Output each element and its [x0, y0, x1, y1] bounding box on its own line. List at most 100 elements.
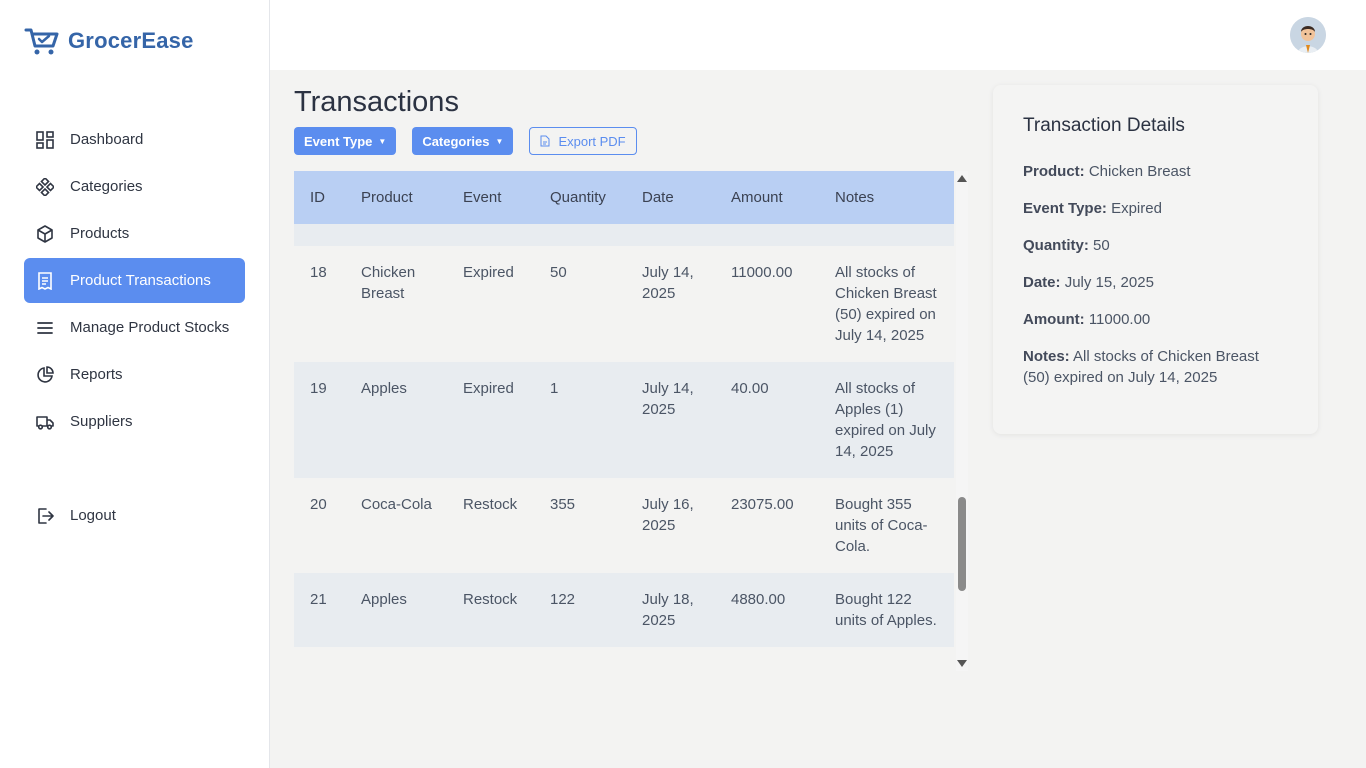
dashboard-icon: [36, 130, 54, 149]
cell-date: July 14, 2025: [626, 362, 715, 478]
transactions-table: ID Product Event Quantity Date Amount No…: [294, 171, 954, 651]
cell-amount: 11000.00: [715, 246, 819, 362]
column-header-id[interactable]: ID: [294, 171, 345, 224]
cell-product: Apples: [345, 362, 447, 478]
scrollbar-thumb[interactable]: [958, 497, 966, 591]
shopping-cart-icon: [24, 28, 59, 55]
event-type-dropdown[interactable]: Event Type ▼: [294, 127, 397, 155]
sidebar-item-label: Products: [70, 225, 130, 242]
cell-id: 18: [294, 246, 345, 362]
user-avatar-icon: [1290, 17, 1326, 53]
cell-amount: 40.00: [715, 362, 819, 478]
sidebar-item-label: Manage Product Stocks: [70, 319, 230, 336]
brand-name: GrocerEase: [68, 28, 194, 53]
details-product: Product: Chicken Breast: [1023, 161, 1288, 182]
table-scrollbar[interactable]: [956, 171, 968, 671]
scroll-down-arrow-icon[interactable]: [957, 660, 967, 667]
sidebar-item-manage-product-stocks[interactable]: Manage Product Stocks: [24, 305, 245, 350]
table-row[interactable]: 19 Apples Expired 1 July 14, 2025 40.00 …: [294, 362, 954, 478]
details-date-value: July 15, 2025: [1064, 274, 1154, 291]
sidebar-item-product-transactions[interactable]: Product Transactions: [24, 258, 245, 303]
column-header-notes[interactable]: Notes: [819, 171, 954, 224]
cell-product: Chicken Breast: [345, 246, 447, 362]
categories-icon: [36, 177, 54, 196]
details-date: Date: July 15, 2025: [1023, 272, 1288, 293]
menu-lines-icon: [36, 319, 54, 337]
table-row[interactable]: 18 Chicken Breast Expired 50 July 14, 20…: [294, 246, 954, 362]
sidebar-item-products[interactable]: Products: [24, 211, 245, 256]
column-header-date[interactable]: Date: [626, 171, 715, 224]
export-pdf-button[interactable]: Export PDF: [529, 127, 637, 155]
caret-down-icon: ▼: [495, 136, 504, 146]
document-icon: [540, 135, 550, 147]
cell-quantity: 122: [534, 573, 626, 647]
logout-button[interactable]: Logout: [24, 493, 245, 538]
sidebar-item-label: Suppliers: [70, 413, 133, 430]
transaction-details-card: Transaction Details Product: Chicken Bre…: [993, 85, 1318, 434]
table-row-partial: [294, 224, 954, 246]
details-event-value: Expired: [1111, 200, 1162, 217]
pie-chart-icon: [36, 365, 54, 384]
table-row[interactable]: 21 Apples Restock 122 July 18, 2025 4880…: [294, 573, 954, 647]
cell-notes: Bought 355 units of Coca-Cola.: [819, 478, 954, 573]
cell-date: July 18, 2025: [626, 573, 715, 647]
cell-amount: 4880.00: [715, 573, 819, 647]
sidebar-item-dashboard[interactable]: Dashboard: [24, 117, 245, 162]
sidebar-item-categories[interactable]: Categories: [24, 164, 245, 209]
page-title: Transactions: [294, 86, 459, 118]
caret-down-icon: ▼: [378, 136, 387, 146]
toolbar: Event Type ▼ Categories ▼ Export PDF: [294, 127, 637, 155]
categories-label: Categories: [422, 133, 490, 149]
column-header-product[interactable]: Product: [345, 171, 447, 224]
brand[interactable]: GrocerEase: [24, 26, 194, 56]
details-amount-value: 11000.00: [1088, 311, 1151, 328]
avatar[interactable]: [1290, 17, 1326, 53]
cell-event: Expired: [447, 362, 534, 478]
sidebar-item-suppliers[interactable]: Suppliers: [24, 399, 245, 444]
details-notes: Notes: All stocks of Chicken Breast (50)…: [1023, 346, 1288, 388]
cell-quantity: 50: [534, 246, 626, 362]
details-product-label: Product:: [1023, 163, 1085, 180]
details-amount-label: Amount:: [1023, 311, 1085, 328]
categories-dropdown[interactable]: Categories ▼: [412, 127, 514, 155]
details-event-type: Event Type: Expired: [1023, 198, 1288, 219]
column-header-event[interactable]: Event: [447, 171, 534, 224]
sidebar-item-label: Reports: [70, 366, 123, 383]
details-product-value: Chicken Breast: [1088, 163, 1191, 180]
scroll-up-arrow-icon[interactable]: [957, 175, 967, 182]
sidebar-item-reports[interactable]: Reports: [24, 352, 245, 397]
details-notes-label: Notes:: [1023, 348, 1070, 365]
sidebar-item-label: Dashboard: [70, 131, 144, 148]
cell-event: Restock: [447, 478, 534, 573]
column-header-amount[interactable]: Amount: [715, 171, 819, 224]
details-quantity: Quantity: 50: [1023, 235, 1288, 256]
table-header-row: ID Product Event Quantity Date Amount No…: [294, 171, 954, 224]
column-header-quantity[interactable]: Quantity: [534, 171, 626, 224]
box-icon: [36, 224, 54, 243]
cell-date: July 16, 2025: [626, 478, 715, 573]
event-type-label: Event Type: [304, 133, 373, 149]
cell-quantity: 1: [534, 362, 626, 478]
sidebar-nav: Dashboard Categories Products Product Tr…: [24, 117, 245, 524]
cell-notes: Bought 122 units of Apples.: [819, 573, 954, 647]
receipt-icon: [36, 271, 54, 290]
top-bar: [270, 0, 1366, 70]
cell-id: 19: [294, 362, 345, 478]
sidebar-item-label: Categories: [70, 178, 143, 195]
cell-event: Restock: [447, 573, 534, 647]
cell-date: July 14, 2025: [626, 246, 715, 362]
details-quantity-value: 50: [1093, 237, 1110, 254]
truck-icon: [36, 413, 54, 431]
export-pdf-label: Export PDF: [558, 133, 626, 149]
sidebar-item-label: Product Transactions: [70, 272, 211, 289]
cell-amount: 23075.00: [715, 478, 819, 573]
cell-event: Expired: [447, 246, 534, 362]
details-event-label: Event Type:: [1023, 200, 1107, 217]
details-amount: Amount: 11000.00: [1023, 309, 1288, 330]
cell-id: 20: [294, 478, 345, 573]
table-row[interactable]: 20 Coca-Cola Restock 355 July 16, 2025 2…: [294, 478, 954, 573]
cell-product: Coca-Cola: [345, 478, 447, 573]
logout-label: Logout: [70, 507, 116, 524]
details-quantity-label: Quantity:: [1023, 237, 1089, 254]
cell-quantity: 355: [534, 478, 626, 573]
